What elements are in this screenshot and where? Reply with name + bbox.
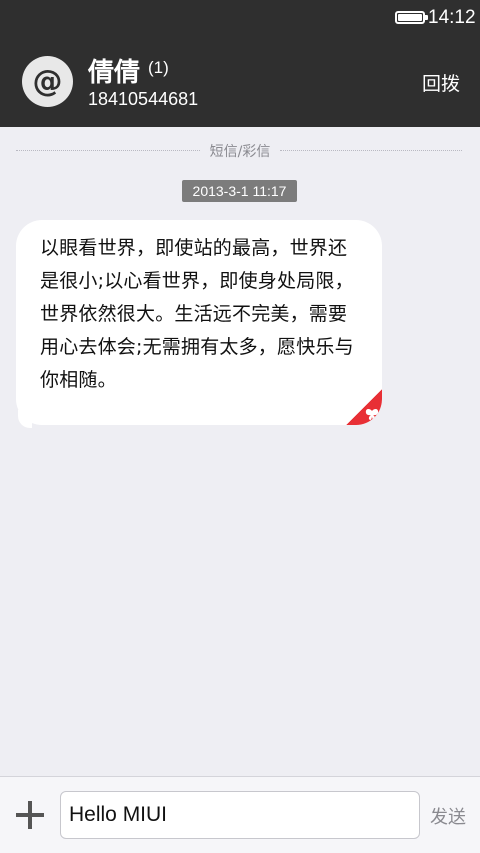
- plus-icon: [16, 801, 44, 829]
- divider-line-left: [16, 150, 200, 151]
- send-button[interactable]: 发送: [430, 803, 466, 829]
- contact-number: 18410544681: [88, 89, 199, 109]
- message-timestamp: 2013-3-1 11:17: [182, 180, 297, 202]
- contact-name: 倩倩: [88, 58, 141, 88]
- add-attachment-button[interactable]: [12, 795, 48, 835]
- compose-bar: 发送: [0, 776, 480, 853]
- message-bubble[interactable]: 以眼看世界，即使站的最高，世界还是很小;以心看世界，即使身处局限，世界依然很大。…: [16, 220, 382, 425]
- avatar[interactable]: @: [22, 56, 73, 107]
- message-text: 以眼看世界，即使站的最高，世界还是很小;以心看世界，即使身处局限，世界依然很大。…: [40, 237, 354, 391]
- call-back-button[interactable]: 回拨: [422, 69, 460, 96]
- status-time: 14:12: [428, 7, 476, 28]
- battery-icon: [395, 11, 428, 24]
- message-corner-badge: [346, 389, 382, 425]
- conversation-header: @ 倩倩 (1) 18410544681 回拨: [0, 36, 480, 127]
- butterfly-icon: [365, 408, 379, 421]
- unread-count: (1): [148, 58, 169, 77]
- sms-conversation-screen: 14:12 @ 倩倩 (1) 18410544681 回拨 短信/彩信 2013…: [0, 0, 480, 853]
- message-input[interactable]: [60, 791, 420, 839]
- status-bar: 14:12: [0, 0, 480, 36]
- divider-line-right: [280, 150, 462, 151]
- at-sign-icon: @: [32, 63, 63, 99]
- message-type-divider: 短信/彩信: [209, 144, 271, 160]
